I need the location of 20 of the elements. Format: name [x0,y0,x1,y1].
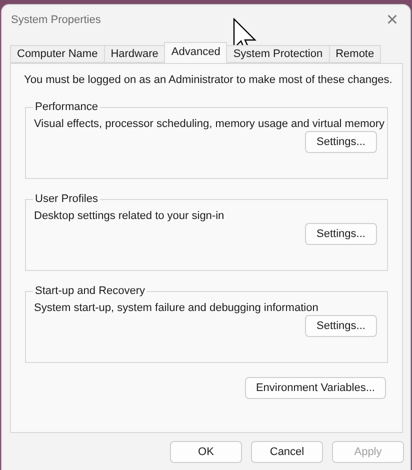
admin-notice: You must be logged on as an Administrator to make most of these changes. [24,73,392,87]
tab[interactable]: Hardware [104,45,166,63]
group-description: Desktop settings related to your sign-in [34,209,224,223]
window-title: System Properties [11,14,101,26]
dialog-button[interactable]: Cancel [251,441,323,463]
group-title: User Profiles [34,193,99,205]
environment-variables-button[interactable]: Environment Variables... [244,377,386,399]
tab[interactable]: Advanced [164,42,228,63]
settings-button[interactable]: Settings... [305,315,377,337]
group-description: Visual effects, processor scheduling, memory usage and virtual memory [34,117,385,131]
dialog-button[interactable]: OK [170,441,242,463]
tab[interactable]: Computer Name [10,45,105,63]
group-title: Start-up and Recovery [34,285,146,297]
close-button[interactable]: × [382,10,402,30]
tab[interactable]: Remote [328,45,382,63]
group-description: System start-up, system failure and debugging information [34,301,318,315]
settings-button[interactable]: Settings... [305,223,377,245]
group-title: Performance [34,101,99,113]
tab[interactable]: System Protection [226,45,330,63]
settings-button[interactable]: Settings... [305,131,377,153]
